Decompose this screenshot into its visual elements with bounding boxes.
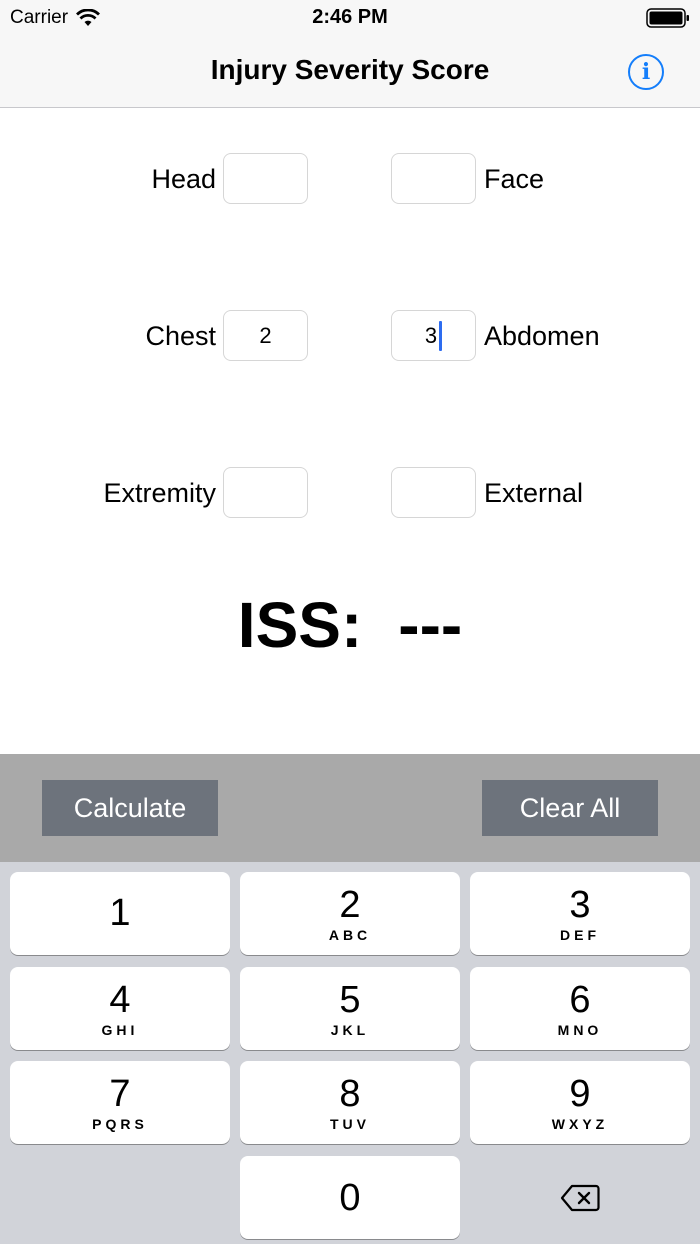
key-3[interactable]: 3 DEF (470, 872, 690, 955)
key-digit: 0 (339, 1176, 361, 1219)
status-bar: Carrier 2:46 PM (0, 0, 700, 36)
key-digit: 2 (339, 883, 361, 926)
backspace-icon (560, 1184, 600, 1211)
key-digit: 7 (109, 1072, 131, 1115)
key-letters: PQRS (92, 1115, 148, 1132)
face-input[interactable] (391, 153, 476, 204)
key-5[interactable]: 5 JKL (240, 967, 460, 1050)
key-letters: MNO (557, 1021, 603, 1038)
key-8[interactable]: 8 TUV (240, 1061, 460, 1144)
external-input[interactable] (391, 467, 476, 518)
external-label: External (484, 478, 584, 508)
key-digit: 9 (569, 1072, 591, 1115)
delete-key[interactable] (470, 1156, 690, 1239)
key-0[interactable]: 0 (240, 1156, 460, 1239)
key-letters: WXYZ (551, 1115, 609, 1132)
key-4[interactable]: 4 GHI (10, 967, 230, 1050)
face-label: Face (484, 164, 545, 194)
head-input[interactable] (223, 153, 308, 204)
text-cursor (439, 320, 443, 351)
key-9[interactable]: 9 WXYZ (470, 1061, 690, 1144)
keyboard-accessory-bar: Calculate Clear All (0, 754, 700, 862)
key-1[interactable]: 1 (10, 872, 230, 955)
iss-result: ISS: --- (0, 588, 700, 668)
key-6[interactable]: 6 MNO (470, 967, 690, 1050)
abdomen-input[interactable]: 3 (391, 310, 476, 361)
key-digit: 8 (339, 1072, 361, 1115)
extremity-label: Extremity (103, 478, 216, 508)
battery-icon (646, 8, 689, 28)
page-title: Injury Severity Score (210, 54, 490, 85)
abdomen-value: 3 (424, 322, 438, 348)
info-button[interactable]: i (628, 54, 664, 90)
key-letters: GHI (101, 1021, 139, 1038)
key-digit: 5 (339, 978, 361, 1021)
iss-value: --- (398, 589, 463, 661)
key-digit: 3 (569, 883, 591, 926)
calculate-button[interactable]: Calculate (42, 780, 218, 836)
key-letters: DEF (560, 926, 600, 943)
key-letters: TUV (330, 1115, 370, 1132)
extremity-input[interactable] (223, 467, 308, 518)
head-label: Head (151, 164, 216, 194)
status-time: 2:46 PM (312, 6, 388, 28)
key-digit: 1 (109, 891, 131, 934)
key-letters: ABC (328, 926, 372, 943)
key-7[interactable]: 7 PQRS (10, 1061, 230, 1144)
chest-value: 2 (259, 322, 272, 348)
chest-label: Chest (145, 321, 216, 351)
iss-label: ISS: (237, 589, 363, 661)
clear-all-button[interactable]: Clear All (482, 780, 658, 836)
navigation-bar: Injury Severity Score i (0, 36, 700, 108)
chest-input[interactable]: 2 (223, 310, 308, 361)
key-2[interactable]: 2 ABC (240, 872, 460, 955)
key-letters: JKL (330, 1021, 370, 1038)
abdomen-label: Abdomen (484, 321, 600, 351)
key-digit: 6 (569, 978, 591, 1021)
key-digit: 4 (109, 978, 131, 1021)
info-icon: i (641, 59, 651, 85)
number-pad: 1 2 ABC 3 DEF 4 GHI 5 JKL 6 MNO 7 PQRS 8… (0, 862, 700, 1244)
